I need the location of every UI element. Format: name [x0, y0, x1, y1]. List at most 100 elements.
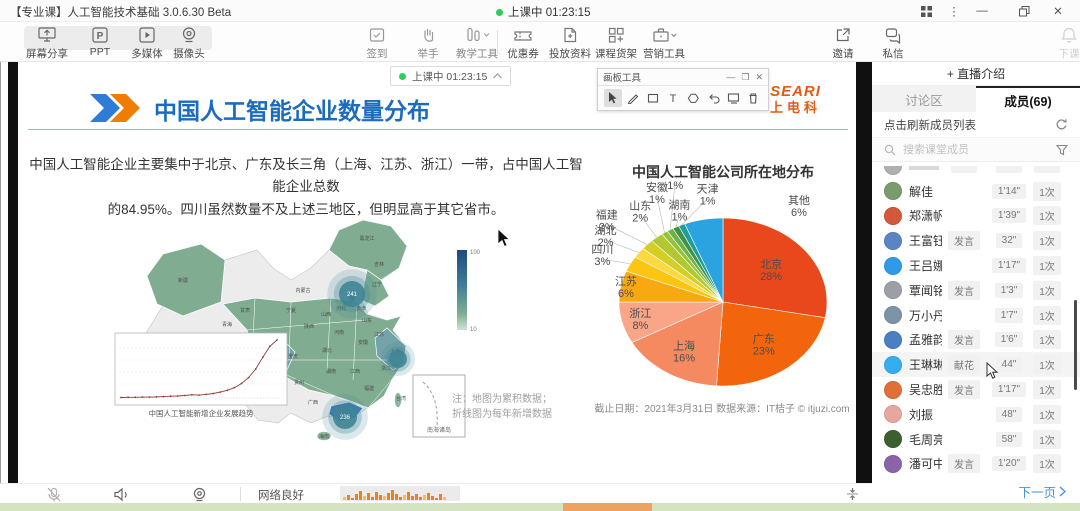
more-menu-icon[interactable]: ⋮: [940, 0, 968, 22]
province-label-江西: 江西: [350, 368, 360, 375]
screen-share-label: 屏幕分享: [26, 46, 68, 61]
chevron-up-icon[interactable]: [493, 73, 502, 79]
member-row[interactable]: 毛周亮58"1次: [872, 427, 1080, 452]
rectangle-tool-icon[interactable]: [644, 89, 662, 107]
filter-funnel-icon[interactable]: [1056, 144, 1068, 156]
speak-badge: 发言: [948, 231, 980, 250]
avatar: [884, 281, 902, 299]
member-row[interactable]: 王富钰发言32"1次: [872, 228, 1080, 253]
palette-minimize-icon[interactable]: —: [726, 72, 735, 82]
eraser-tool-icon[interactable]: [684, 89, 702, 107]
bubble-value: 236: [340, 415, 351, 421]
map-legend-gradient: [457, 250, 467, 330]
undo-tool-icon[interactable]: [704, 89, 722, 107]
end-class-label: 下课: [1059, 46, 1080, 61]
checkin-button[interactable]: 签到: [348, 25, 406, 61]
scrollbar-thumb[interactable]: [1074, 300, 1077, 390]
camera-icon[interactable]: [192, 487, 207, 502]
province-label-湖北: 湖北: [322, 347, 332, 354]
member-row[interactable]: 解佳1'14"1次: [872, 179, 1080, 204]
member-row[interactable]: 吴忠胜发言1'17"1次: [872, 377, 1080, 402]
clear-tool-icon[interactable]: [744, 89, 762, 107]
member-row[interactable]: 孟雅韵发言1'6"1次: [872, 328, 1080, 353]
bottom-bar: 网络良好: [0, 483, 872, 503]
pie-label-江苏: 江苏6%: [615, 275, 637, 300]
palette-tool-row: T: [598, 86, 768, 110]
sidebar-tabs: 讨论区 成员(69): [872, 86, 1080, 112]
live-dot-icon: [496, 9, 503, 16]
webcam-button[interactable]: 摄像头: [160, 25, 218, 61]
end-class-button[interactable]: 下课: [1040, 25, 1080, 61]
marketing-tools-button[interactable]: 营销工具: [635, 25, 693, 61]
pie-label-其他: 其他6%: [788, 194, 810, 219]
member-name: 王富钰: [909, 232, 942, 249]
province-label-台湾: 台湾: [396, 395, 406, 402]
board-tool-icon[interactable]: [724, 89, 742, 107]
svg-text:T: T: [670, 93, 677, 104]
next-page-link[interactable]: 下一页: [1018, 482, 1066, 501]
main-toolbar: 屏幕分享 P PPT 多媒体 摄像头 签到 举手 教学工具 优惠券: [0, 22, 1080, 62]
member-row[interactable]: 王吕娜1'17"1次: [872, 253, 1080, 278]
pie-label-陕西: 陕西1%: [664, 178, 686, 192]
member-row[interactable]: 潘可中发言1'20"1次: [872, 452, 1080, 477]
slide-status-pill[interactable]: 上课中 01:23:15: [390, 66, 511, 86]
member-row[interactable]: 覃闻铭发言1'3"1次: [872, 278, 1080, 303]
speak-badge: 发言: [948, 330, 980, 349]
pie-chart-caption: 截止日期：2021年3月31日 数据来源：IT桔子 © itjuzi.com: [588, 400, 856, 415]
pie-label-安徽: 安徽1%: [646, 180, 668, 206]
direct-message-button[interactable]: 私信: [864, 25, 922, 61]
member-row[interactable]: 万小丹1'7"1次: [872, 303, 1080, 328]
palette-close-icon[interactable]: ✕: [755, 72, 763, 83]
member-row[interactable]: 郑潇帆1'39"1次: [872, 204, 1080, 229]
text-tool-icon[interactable]: T: [664, 89, 682, 107]
member-name: 解佳: [909, 183, 942, 200]
tab-members[interactable]: 成员(69): [976, 86, 1080, 112]
collapse-icon[interactable]: [845, 487, 860, 501]
member-row[interactable]: [872, 166, 1080, 179]
legend-max-label: 100: [470, 250, 481, 256]
slide-canvas[interactable]: 上课中 01:23:15 画板工具 — ❐ ✕ T: [18, 62, 856, 483]
screen-share-button[interactable]: 屏幕分享: [18, 25, 76, 61]
live-intro-button[interactable]: + 直播介绍: [872, 62, 1080, 86]
member-row[interactable]: 刘振48"1次: [872, 402, 1080, 427]
next-page-label: 下一页: [1018, 482, 1056, 501]
member-search-input[interactable]: [901, 143, 1051, 157]
china-map-chart: 新疆西藏青海甘肃内蒙古黑龙江吉林辽宁北京天津河北山西山东河南陕西宁夏四川重庆湖北…: [105, 210, 505, 455]
member-row[interactable]: 王琳琳献花44"1次: [872, 352, 1080, 377]
member-list[interactable]: 解佳1'14"1次郑潇帆1'39"1次王富钰发言32"1次王吕娜1'17"1次覃…: [872, 166, 1080, 480]
body-line1: 中国人工智能企业主要集中于北京、广东及长三角（上海、江苏、浙江）一带，占中国人工…: [25, 154, 587, 199]
inset-chart-caption: 中国人工智能新增企业发展趋势: [149, 408, 254, 418]
logo-line1: SEARI: [770, 84, 821, 99]
minimize-button[interactable]: —: [968, 0, 996, 22]
invite-label: 邀请: [833, 46, 854, 61]
avatar: [884, 166, 902, 175]
title-bar: 【专业课】人工智能技术基础 3.0.6.30 Beta 上课中 01:23:15…: [0, 0, 1080, 22]
checkin-label: 签到: [367, 46, 388, 61]
speaker-icon[interactable]: [113, 487, 130, 502]
restore-button[interactable]: [1010, 0, 1038, 22]
mouse-cursor: [497, 228, 511, 248]
select-tool-icon[interactable]: [604, 89, 622, 107]
member-name: 王吕娜: [909, 257, 942, 274]
member-name: [909, 166, 942, 173]
province-label-黑龙江: 黑龙江: [359, 235, 374, 242]
svg-text:P: P: [97, 31, 104, 42]
avatar: [884, 207, 902, 225]
presentation-stage: 上课中 01:23:15 画板工具 — ❐ ✕ T: [8, 62, 872, 483]
refresh-members-row[interactable]: 点击刷新成员列表: [872, 112, 1080, 138]
network-status-label: 网络良好: [258, 487, 304, 503]
tab-discussion[interactable]: 讨论区: [872, 86, 976, 112]
mic-muted-icon[interactable]: [46, 487, 62, 502]
speak-count-badge: 1次: [1033, 330, 1061, 349]
palette-restore-icon[interactable]: ❐: [741, 72, 749, 83]
close-button[interactable]: ✕: [1044, 0, 1072, 22]
pie-label-北京: 北京28%: [760, 257, 782, 283]
drawing-tools-palette[interactable]: 画板工具 — ❐ ✕ T: [597, 68, 769, 111]
province-label-安徽: 安徽: [358, 339, 368, 346]
avatar: [884, 381, 902, 399]
layout-grid-icon[interactable]: [912, 0, 940, 22]
refresh-icon[interactable]: [1055, 118, 1068, 131]
ppt-button[interactable]: P PPT: [78, 25, 122, 58]
pen-tool-icon[interactable]: [624, 89, 642, 107]
member-name: 孟雅韵: [909, 331, 942, 348]
